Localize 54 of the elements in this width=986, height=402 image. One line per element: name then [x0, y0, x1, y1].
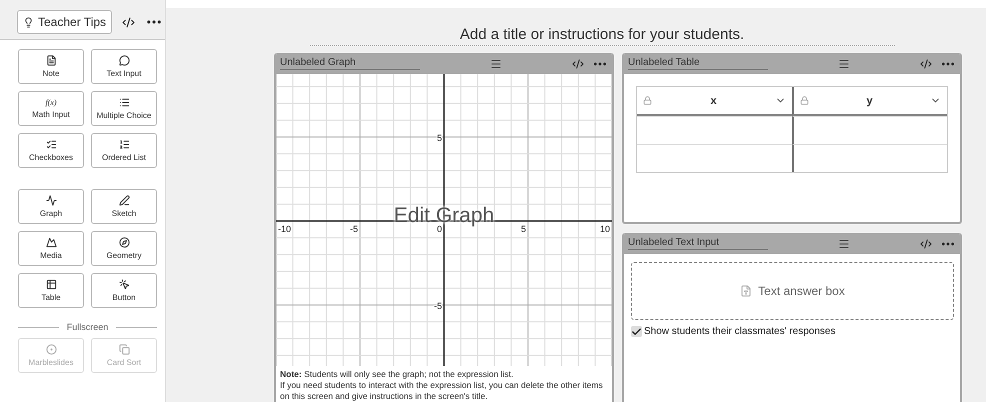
axis-label: 10 [600, 224, 610, 234]
component-icon [118, 279, 130, 290]
component-icon [46, 195, 56, 206]
code-icon[interactable] [122, 16, 136, 28]
component-icon [46, 279, 56, 290]
component-button[interactable]: f(x) Math Input [18, 91, 84, 126]
component-icon [46, 344, 56, 355]
component-button[interactable]: Text Input [91, 49, 157, 84]
component-icon [118, 139, 130, 150]
component-button[interactable]: Ordered List [91, 133, 157, 168]
lightbulb-icon [23, 16, 34, 28]
teacher-tips-button[interactable]: Teacher Tips [17, 10, 112, 34]
table-cell[interactable] [792, 116, 947, 144]
component-button[interactable]: Table [18, 273, 84, 308]
section-heading: Fullscreen [66, 322, 108, 332]
component-icon [118, 237, 130, 248]
axis-label: -5 [350, 224, 358, 234]
lock-icon [800, 96, 809, 105]
axis-label: -10 [278, 224, 292, 234]
function-icon: f(x) [45, 98, 57, 107]
text-icon [740, 285, 752, 297]
menu-icon[interactable] [838, 238, 850, 250]
screen-title[interactable]: Add a title or instructions for your students. [310, 26, 894, 46]
axis-label: 5 [436, 133, 442, 143]
lock-icon [643, 96, 652, 105]
menu-icon[interactable] [838, 58, 850, 70]
component-button[interactable]: Media [18, 231, 84, 266]
component-button[interactable]: Note [18, 49, 84, 84]
code-icon[interactable] [920, 58, 932, 70]
note-text: If you need students to interact with the expression list, you can delete the other items on this screen and give instructions in the screen's title. [280, 380, 604, 402]
component-icon [118, 55, 130, 66]
component-icon [46, 55, 56, 66]
component-icon [118, 344, 130, 355]
code-icon[interactable] [920, 238, 932, 250]
note-text: Note: Students will only see the graph; not the expression list. [280, 369, 514, 380]
check-icon [631, 326, 642, 338]
component-button[interactable]: Multiple Choice [91, 91, 157, 126]
column-header[interactable]: y [813, 94, 926, 106]
show-responses-checkbox[interactable]: Show students their classmates' responses [631, 326, 953, 337]
component-icon [118, 195, 130, 206]
component-button[interactable]: Checkboxes [18, 133, 84, 168]
component-button[interactable]: Sketch [91, 189, 157, 224]
component-icon [46, 139, 56, 150]
axis-label: -5 [434, 301, 442, 311]
axis-label: 5 [520, 224, 526, 234]
menu-icon[interactable] [490, 58, 502, 70]
table-cell[interactable] [792, 144, 947, 172]
component-button[interactable]: Geometry [91, 231, 157, 266]
code-icon[interactable] [572, 58, 584, 70]
column-header[interactable]: x [656, 94, 771, 106]
answer-box[interactable]: Text answer box [631, 262, 954, 320]
component-icon [46, 237, 56, 248]
component-button[interactable]: Graph [18, 189, 84, 224]
component-button[interactable]: Button [91, 273, 157, 308]
